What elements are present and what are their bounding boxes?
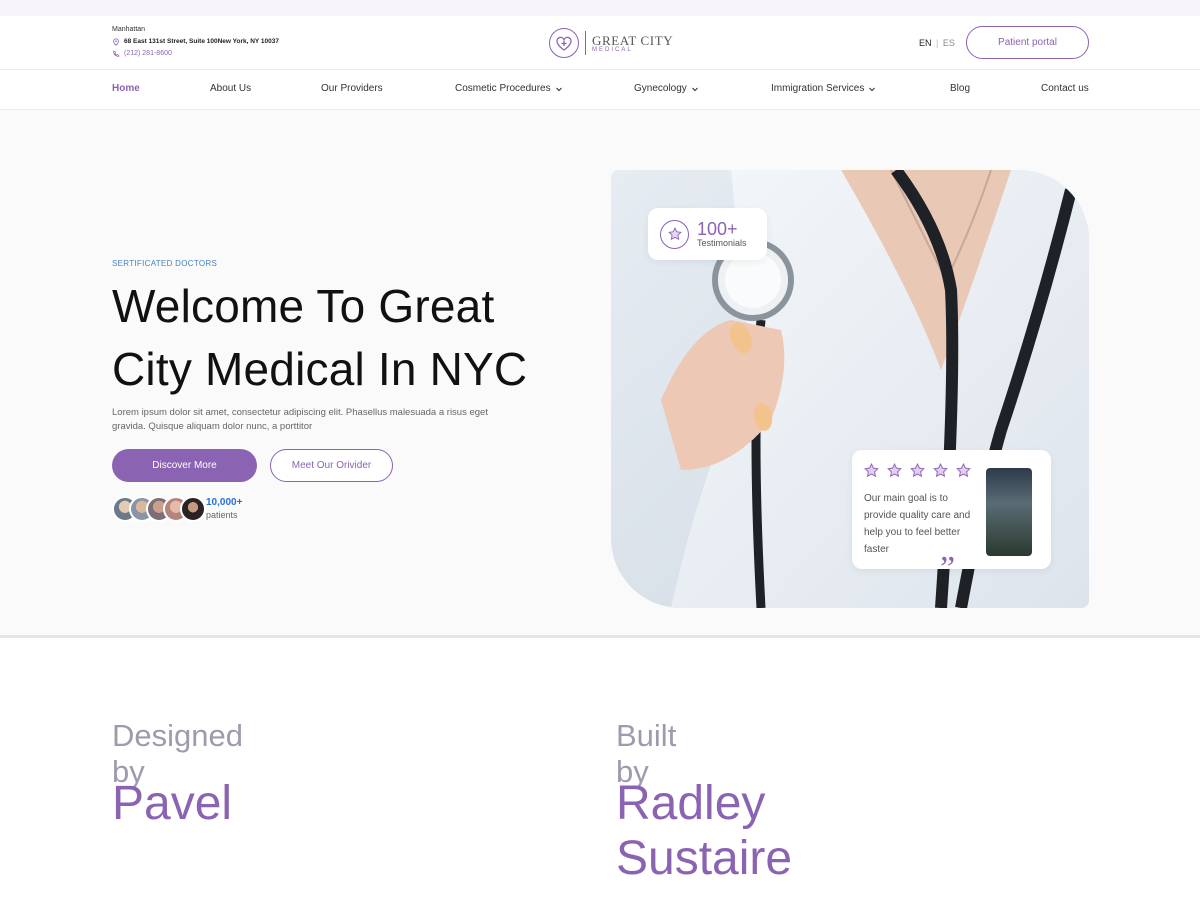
testimonials-count: 100+ — [697, 219, 738, 239]
phone-link[interactable]: (212) 281-8600 — [124, 48, 172, 60]
site-header: Manhattan 68 East 131st Street, Suite 10… — [0, 16, 1200, 70]
nav-providers[interactable]: Our Providers — [321, 83, 383, 94]
designer-name: Pavel — [112, 777, 233, 830]
quote-icon: ” — [940, 550, 956, 587]
review-text: Our main goal is to provide quality care… — [864, 493, 971, 555]
logo-divider — [585, 31, 586, 55]
builder-name: Radley Sustaire — [616, 777, 793, 885]
hero-headline-line1: Welcome To Great — [112, 280, 495, 332]
discover-more-button[interactable]: Discover More — [112, 449, 257, 482]
star-icon — [864, 463, 879, 478]
star-icon — [956, 463, 971, 478]
patient-avatars — [112, 496, 206, 522]
logo-title: GREAT CITY — [592, 32, 674, 48]
patients-label: patients — [206, 510, 238, 520]
testimonials-label: Testimonials — [697, 238, 747, 248]
hero-eyebrow: SERTIFICATED DOCTORS — [112, 259, 218, 268]
phone-icon — [113, 50, 120, 57]
chevron-down-icon — [691, 87, 698, 91]
review-stars — [864, 463, 971, 478]
logo-wordmark: GREAT CITY MEDICAL — [592, 34, 673, 53]
patients-count: 10,000+ — [206, 497, 243, 508]
review-image — [986, 468, 1032, 556]
nav-cosmetic[interactable]: Cosmetic Procedures — [455, 83, 563, 94]
nav-home[interactable]: Home — [112, 83, 140, 94]
avatar — [180, 496, 206, 522]
chevron-down-icon — [555, 87, 562, 91]
nav-immigration[interactable]: Immigration Services — [771, 83, 876, 94]
address-city: Manhattan — [112, 26, 146, 33]
top-strip — [0, 0, 1200, 16]
nav-about[interactable]: About Us — [210, 83, 251, 94]
hero-headline-line2: City Medical In NYC — [112, 343, 528, 395]
heart-plus-icon — [549, 28, 579, 58]
hero-headline: Welcome To Great City Medical In NYC — [112, 275, 582, 401]
chevron-down-icon — [869, 87, 876, 91]
lang-es[interactable]: ES — [943, 38, 955, 48]
patient-portal-button[interactable]: Patient portal — [966, 26, 1089, 59]
nav-blog-label: Blog — [950, 83, 971, 94]
nav-gynecology[interactable]: Gynecology — [634, 83, 699, 94]
star-icon — [660, 219, 689, 249]
nav-about-label: About Us — [210, 83, 252, 94]
meet-provider-button[interactable]: Meet Our Orivider — [270, 449, 393, 482]
star-icon — [887, 463, 902, 478]
star-icon — [933, 463, 948, 478]
address-street-row: 68 East 131st Street, Suite 100New York,… — [112, 36, 279, 48]
address-phone-row[interactable]: (212) 281-8600 — [112, 48, 279, 60]
logo[interactable]: GREAT CITY MEDICAL — [549, 28, 673, 58]
address-street: 68 East 131st Street, Suite 100New York,… — [124, 38, 280, 45]
lang-en[interactable]: EN — [919, 38, 932, 48]
star-icon — [910, 463, 925, 478]
hero-lead: Lorem ipsum dolor sit amet, consectetur … — [112, 407, 488, 432]
testimonials-text: 100+ Testimonials — [697, 220, 747, 248]
nav-gynecology-label: Gynecology — [634, 83, 687, 94]
language-switcher: EN | ES — [919, 38, 955, 48]
nav-blog[interactable]: Blog — [950, 83, 970, 94]
testimonials-card: 100+ Testimonials — [648, 208, 767, 260]
nav-providers-label: Our Providers — [321, 83, 383, 94]
nav-contact-label: Contact us — [1041, 83, 1089, 94]
main-nav: Home About Us Our Providers Cosmetic Pro… — [0, 70, 1200, 110]
nav-home-label: Home — [112, 83, 140, 94]
nav-contact[interactable]: Contact us — [1041, 83, 1089, 94]
nav-immigration-label: Immigration Services — [771, 83, 865, 94]
patients-stat: 10,000+ patients — [206, 497, 242, 521]
nav-cosmetic-label: Cosmetic Procedures — [455, 83, 551, 94]
review-card: Our main goal is to provide quality care… — [852, 450, 1051, 586]
lang-separator: | — [936, 38, 939, 48]
address-block: Manhattan 68 East 131st Street, Suite 10… — [112, 24, 279, 60]
location-pin-icon — [113, 38, 119, 46]
hero-section: SERTIFICATED DOCTORS Welcome To Great Ci… — [0, 110, 1200, 638]
